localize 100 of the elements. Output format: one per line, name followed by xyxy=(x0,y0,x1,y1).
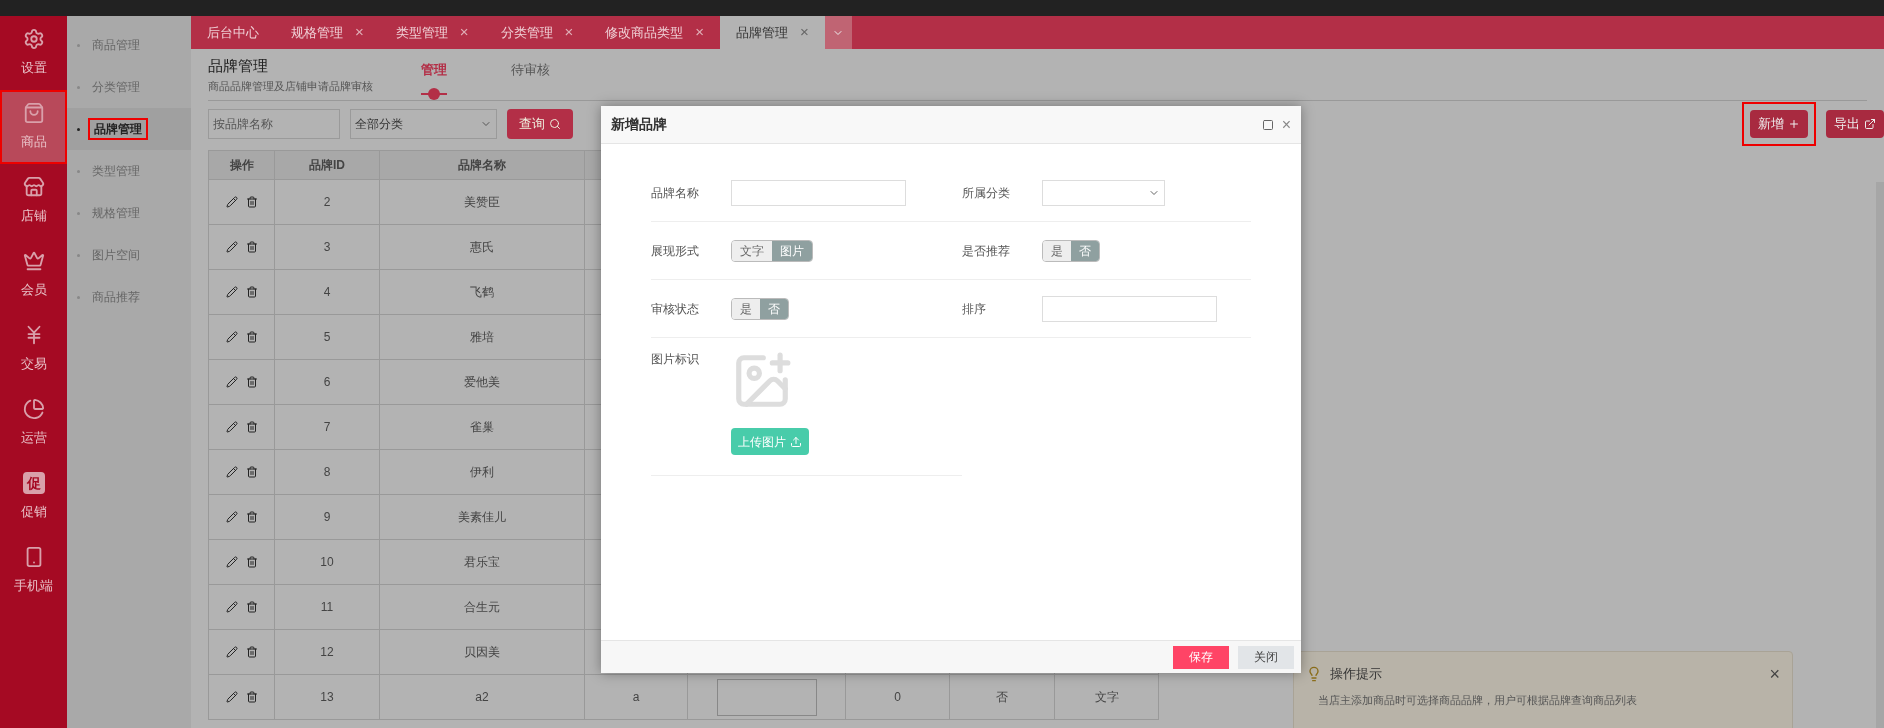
maximize-icon[interactable] xyxy=(1261,118,1274,131)
table-cell: 君乐宝 xyxy=(379,539,585,585)
edit-icon[interactable] xyxy=(225,196,238,208)
edit-icon[interactable] xyxy=(225,241,238,253)
submenu-item[interactable]: 图片空间 xyxy=(67,234,191,276)
page-tab[interactable]: 待审核 xyxy=(495,56,566,100)
delete-icon[interactable] xyxy=(245,331,258,343)
delete-icon[interactable] xyxy=(245,421,258,433)
table-cell: 美赞臣 xyxy=(379,179,585,225)
table-cell: 否 xyxy=(949,674,1055,720)
toggle-switch[interactable]: 是 否 xyxy=(1041,239,1100,262)
sidebar-item[interactable]: 会员 xyxy=(0,238,67,312)
field-label: 是否推荐 xyxy=(961,242,1011,260)
query-button[interactable]: 查询 xyxy=(507,109,573,139)
sidebar-item[interactable]: 运营 xyxy=(0,386,67,460)
delete-icon[interactable] xyxy=(245,556,258,568)
submenu-item[interactable]: 类型管理 xyxy=(67,150,191,192)
submenu-item[interactable]: 分类管理 xyxy=(67,66,191,108)
new-button[interactable]: 新增 xyxy=(1750,110,1808,138)
table-cell: 雀巢 xyxy=(379,404,585,450)
toggle-switch[interactable]: 是 否 xyxy=(731,297,789,320)
sidebar-item[interactable]: 促 促销 xyxy=(0,460,67,534)
delete-icon[interactable] xyxy=(245,691,258,703)
submenu-item[interactable]: 品牌管理 xyxy=(67,108,191,150)
table-cell: 12 xyxy=(274,629,380,675)
edit-icon[interactable] xyxy=(225,556,238,568)
field-label: 品牌名称 xyxy=(651,184,700,202)
edit-icon[interactable] xyxy=(225,466,238,478)
dialog-title: 新增品牌 xyxy=(611,115,667,134)
edit-icon[interactable] xyxy=(225,331,238,343)
close-icon[interactable]: × xyxy=(800,21,809,44)
page-tab[interactable]: 管理 xyxy=(405,56,463,100)
edit-icon[interactable] xyxy=(225,286,238,298)
close-icon[interactable]: × xyxy=(695,21,705,44)
table-cell: 雅培 xyxy=(379,314,585,360)
tab[interactable]: 规格管理 × xyxy=(275,16,380,49)
sidebar-item[interactable]: 设置 xyxy=(0,16,67,90)
close-icon[interactable]: × xyxy=(1769,664,1780,683)
toggle-option[interactable]: 文字 xyxy=(732,240,772,261)
sidebar-item[interactable]: 商品 xyxy=(0,90,67,164)
table-cell: 飞鹤 xyxy=(379,269,585,315)
toggle-option[interactable]: 是 xyxy=(732,298,760,319)
search-field[interactable]: 按品牌名称 xyxy=(208,109,340,139)
submenu-item[interactable]: 商品管理 xyxy=(67,24,191,66)
toggle-option[interactable]: 是 xyxy=(1042,240,1071,261)
tab[interactable]: 品牌管理 × xyxy=(720,16,825,49)
field-label: 所属分类 xyxy=(961,184,1011,202)
table-cell: 10 xyxy=(274,539,380,585)
edit-icon[interactable] xyxy=(225,601,238,613)
edit-icon[interactable] xyxy=(225,511,238,523)
table-cell: 惠氏 xyxy=(379,224,585,270)
sidebar-item[interactable]: 店铺 xyxy=(0,164,67,238)
table-cell: 美素佳儿 xyxy=(379,494,585,540)
submenu-item[interactable]: 商品推荐 xyxy=(67,276,191,318)
close-button[interactable]: 关闭 xyxy=(1238,645,1294,669)
plus-icon xyxy=(1788,118,1800,130)
edit-icon[interactable] xyxy=(225,646,238,658)
table-cell: 合生元 xyxy=(379,584,585,630)
field-label: 排序 xyxy=(961,300,987,318)
save-button[interactable]: 保存 xyxy=(1173,645,1229,669)
field-label: 展现形式 xyxy=(651,242,700,260)
delete-icon[interactable] xyxy=(245,646,258,658)
table-cell: 8 xyxy=(274,449,380,495)
text-field[interactable] xyxy=(731,179,906,206)
delete-icon[interactable] xyxy=(245,286,258,298)
table-cell: 文字 xyxy=(1054,674,1159,720)
submenu-item[interactable]: 规格管理 xyxy=(67,192,191,234)
edit-icon[interactable] xyxy=(225,376,238,388)
tip-title: 操作提示 xyxy=(1330,665,1382,683)
crown-icon xyxy=(22,250,45,273)
column-header: 操作 xyxy=(208,150,275,180)
field-label: 图片标识 xyxy=(651,351,700,368)
toggle-option[interactable]: 图片 xyxy=(772,240,812,261)
delete-icon[interactable] xyxy=(245,511,258,523)
tab[interactable]: 分类管理 × xyxy=(484,16,590,49)
delete-icon[interactable] xyxy=(245,196,258,208)
sidebar-item[interactable]: 交易 xyxy=(0,312,67,386)
pie-chart-icon xyxy=(22,398,45,421)
close-icon[interactable]: × xyxy=(564,21,574,44)
edit-icon[interactable] xyxy=(225,691,238,703)
close-icon[interactable]: × xyxy=(355,21,364,44)
sidebar-item[interactable]: 手机端 xyxy=(0,534,67,608)
delete-icon[interactable] xyxy=(245,376,258,388)
text-field[interactable] xyxy=(1041,295,1217,322)
toggle-switch[interactable]: 文字 图片 xyxy=(731,239,813,262)
table-cell: 5 xyxy=(274,314,380,360)
delete-icon[interactable] xyxy=(245,466,258,478)
tab[interactable]: 后台中心 xyxy=(191,16,275,49)
edit-icon[interactable] xyxy=(225,421,238,433)
close-icon[interactable]: × xyxy=(1281,116,1291,133)
delete-icon[interactable] xyxy=(245,601,258,613)
toggle-option[interactable]: 否 xyxy=(760,298,788,319)
close-icon[interactable]: × xyxy=(459,21,469,44)
toggle-option[interactable]: 否 xyxy=(1070,240,1099,261)
delete-icon[interactable] xyxy=(245,241,258,253)
table-cell: 爱他美 xyxy=(379,359,585,405)
tab[interactable]: 修改商品类型 × xyxy=(589,16,721,49)
category-select[interactable]: 全部分类 xyxy=(350,109,497,139)
tab[interactable]: 类型管理 × xyxy=(379,16,485,49)
export-button[interactable]: 导出 xyxy=(1826,110,1884,138)
